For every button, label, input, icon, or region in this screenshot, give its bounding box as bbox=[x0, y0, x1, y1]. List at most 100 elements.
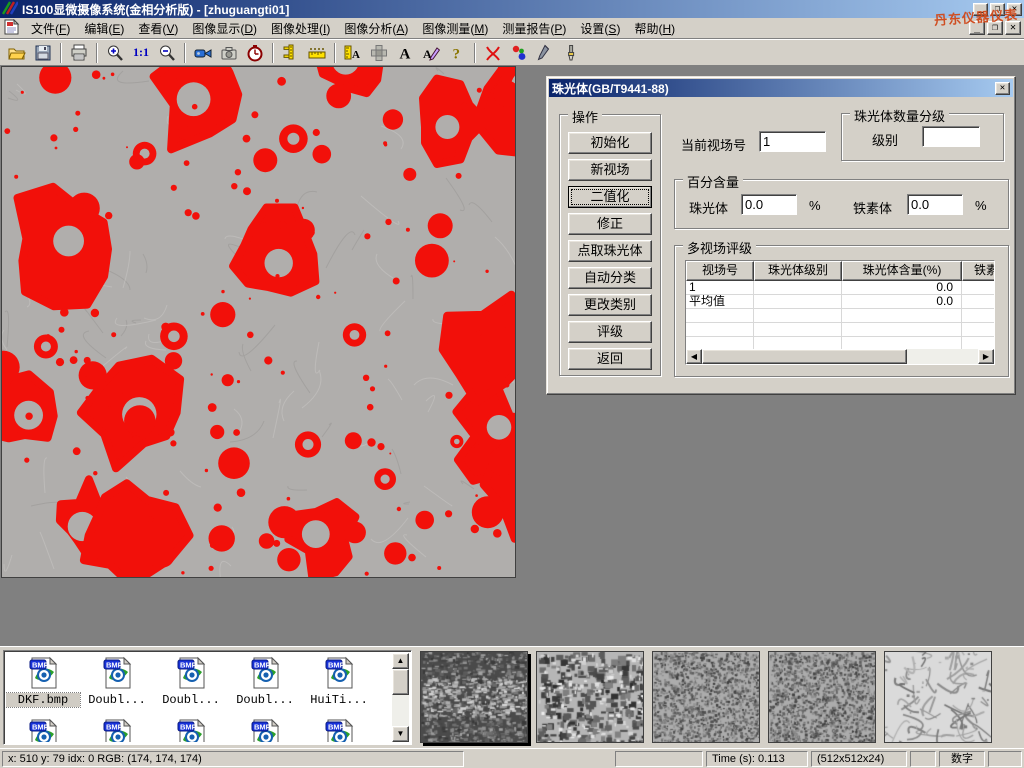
dialog-title-bar[interactable]: 珠光体(GB/T9441-88) ✕ bbox=[549, 79, 1013, 97]
color-dots-icon[interactable] bbox=[506, 41, 532, 65]
video-camera-icon[interactable] bbox=[190, 41, 216, 65]
menu-item-2[interactable]: 查看(V) bbox=[131, 18, 185, 39]
status-position: x: 510 y: 79 idx: 0 RGB: (174, 174, 174) bbox=[2, 751, 464, 767]
table-header-0[interactable]: 视场号 bbox=[686, 261, 754, 281]
rating-group-label: 多视场评级 bbox=[683, 238, 756, 257]
hscroll-thumb[interactable] bbox=[702, 349, 907, 364]
binarize-button[interactable]: 二值化 bbox=[568, 186, 652, 208]
bmp-file-icon: BMP bbox=[154, 656, 228, 693]
current-field-label: 当前视场号 bbox=[681, 135, 746, 154]
rate-button[interactable]: 评级 bbox=[568, 321, 652, 343]
table-cell-0-0: 1 bbox=[686, 281, 754, 294]
rating-group: 多视场评级 视场号珠光体级别珠光体含量(%)铁素体10.0平均值0.0 ◀ ▶ bbox=[674, 245, 1009, 377]
table-row-2[interactable] bbox=[686, 309, 994, 323]
file-name: Doubl... bbox=[154, 693, 228, 707]
scroll-down-icon[interactable]: ▼ bbox=[392, 726, 409, 742]
print-icon[interactable] bbox=[66, 41, 92, 65]
cut-icon[interactable] bbox=[480, 41, 506, 65]
status-image-size: (512x512x24) bbox=[811, 751, 907, 767]
table-header-3[interactable]: 铁素体 bbox=[962, 261, 995, 281]
thumbnail-2[interactable] bbox=[536, 651, 644, 743]
table-header-1[interactable]: 珠光体级别 bbox=[754, 261, 842, 281]
table-cell-3-1 bbox=[754, 323, 842, 336]
menu-item-9[interactable]: 帮助(H) bbox=[627, 18, 682, 39]
thumbnail-3[interactable] bbox=[652, 651, 760, 743]
menu-item-6[interactable]: 图像测量(M) bbox=[415, 18, 495, 39]
new-field-button[interactable]: 新视场 bbox=[568, 159, 652, 181]
percent-input-1[interactable] bbox=[907, 194, 963, 215]
measure-text-icon[interactable]: A bbox=[340, 41, 366, 65]
file-name: DKF.bmp bbox=[6, 693, 80, 707]
file-item-partial-0[interactable]: BMP bbox=[6, 718, 80, 742]
status-empty-1 bbox=[615, 751, 703, 767]
menu-item-3[interactable]: 图像显示(D) bbox=[185, 18, 264, 39]
scroll-up-icon[interactable]: ▲ bbox=[392, 653, 409, 669]
thumbnail-1[interactable] bbox=[420, 651, 528, 743]
ruler-icon[interactable] bbox=[304, 41, 330, 65]
file-list-scrollbar[interactable]: ▲ ▼ bbox=[392, 653, 409, 742]
change-class-button[interactable]: 更改类别 bbox=[568, 294, 652, 316]
text-icon[interactable]: A bbox=[392, 41, 418, 65]
zoom-in-icon[interactable] bbox=[102, 41, 128, 65]
help-icon[interactable]: ? bbox=[444, 41, 470, 65]
status-empty-3 bbox=[988, 751, 1022, 767]
table-cell-3-3 bbox=[962, 323, 995, 336]
file-item-partial-2[interactable]: BMP bbox=[154, 718, 228, 742]
table-row-0[interactable]: 10.0 bbox=[686, 281, 994, 295]
table-cell-1-0: 平均值 bbox=[686, 295, 754, 308]
open-icon[interactable] bbox=[4, 41, 30, 65]
menu-item-1[interactable]: 编辑(E) bbox=[77, 18, 131, 39]
file-item-1[interactable]: BMPDoubl... bbox=[80, 656, 154, 707]
file-item-3[interactable]: BMPDoubl... bbox=[228, 656, 302, 707]
zoom-out-icon[interactable] bbox=[154, 41, 180, 65]
file-item-partial-4[interactable]: BMP bbox=[302, 718, 376, 742]
grid-icon[interactable] bbox=[366, 41, 392, 65]
scroll-left-icon[interactable]: ◀ bbox=[686, 349, 702, 364]
scroll-thumb[interactable] bbox=[392, 669, 409, 695]
table-header-2[interactable]: 珠光体含量(%) bbox=[842, 261, 962, 281]
save-icon[interactable] bbox=[30, 41, 56, 65]
table-row-1[interactable]: 平均值0.0 bbox=[686, 295, 994, 309]
status-empty-2 bbox=[910, 751, 936, 767]
menu-item-4[interactable]: 图像处理(I) bbox=[264, 18, 337, 39]
pen-icon[interactable] bbox=[532, 41, 558, 65]
table-cell-1-3 bbox=[962, 295, 995, 308]
table-cell-0-1 bbox=[754, 281, 842, 294]
caliper-icon[interactable] bbox=[278, 41, 304, 65]
annotate-icon[interactable]: A bbox=[418, 41, 444, 65]
file-item-2[interactable]: BMPDoubl... bbox=[154, 656, 228, 707]
camera-icon[interactable] bbox=[216, 41, 242, 65]
actual-size-button[interactable]: 1:1 bbox=[128, 41, 154, 65]
file-item-4[interactable]: BMPHuiTi... bbox=[302, 656, 376, 707]
svg-text:?: ? bbox=[453, 46, 461, 62]
return-button[interactable]: 返回 bbox=[568, 348, 652, 370]
timer-icon[interactable] bbox=[242, 41, 268, 65]
correct-button[interactable]: 修正 bbox=[568, 213, 652, 235]
table-cell-2-3 bbox=[962, 309, 995, 322]
menu-item-5[interactable]: 图像分析(A) bbox=[337, 18, 415, 39]
grade-input[interactable] bbox=[922, 126, 980, 147]
table-row-3[interactable] bbox=[686, 323, 994, 337]
bmp-file-icon: BMP bbox=[302, 656, 376, 693]
file-name: Doubl... bbox=[228, 693, 302, 707]
current-field-input[interactable] bbox=[759, 131, 826, 152]
dialog-close-icon[interactable]: ✕ bbox=[995, 82, 1010, 95]
dialog-title: 珠光体(GB/T9441-88) bbox=[552, 80, 669, 97]
metallographic-image[interactable] bbox=[2, 67, 515, 577]
menu-item-8[interactable]: 设置(S) bbox=[573, 18, 627, 39]
percent-input-0[interactable] bbox=[741, 194, 797, 215]
file-item-partial-1[interactable]: BMP bbox=[80, 718, 154, 742]
brush-icon[interactable] bbox=[558, 41, 584, 65]
rating-table[interactable]: 视场号珠光体级别珠光体含量(%)铁素体10.0平均值0.0 ◀ ▶ bbox=[685, 260, 995, 365]
scroll-right-icon[interactable]: ▶ bbox=[978, 349, 994, 364]
initialize-button[interactable]: 初始化 bbox=[568, 132, 652, 154]
file-item-partial-3[interactable]: BMP bbox=[228, 718, 302, 742]
thumbnail-4[interactable] bbox=[768, 651, 876, 743]
menu-item-7[interactable]: 测量报告(P) bbox=[495, 18, 573, 39]
file-item-0[interactable]: BMPDKF.bmp bbox=[6, 656, 80, 707]
table-hscrollbar[interactable]: ◀ ▶ bbox=[686, 349, 994, 364]
auto-classify-button[interactable]: 自动分类 bbox=[568, 267, 652, 289]
pick-pearlite-button[interactable]: 点取珠光体 bbox=[568, 240, 652, 262]
thumbnail-5[interactable] bbox=[884, 651, 992, 743]
menu-item-0[interactable]: 文件(F) bbox=[24, 18, 77, 39]
